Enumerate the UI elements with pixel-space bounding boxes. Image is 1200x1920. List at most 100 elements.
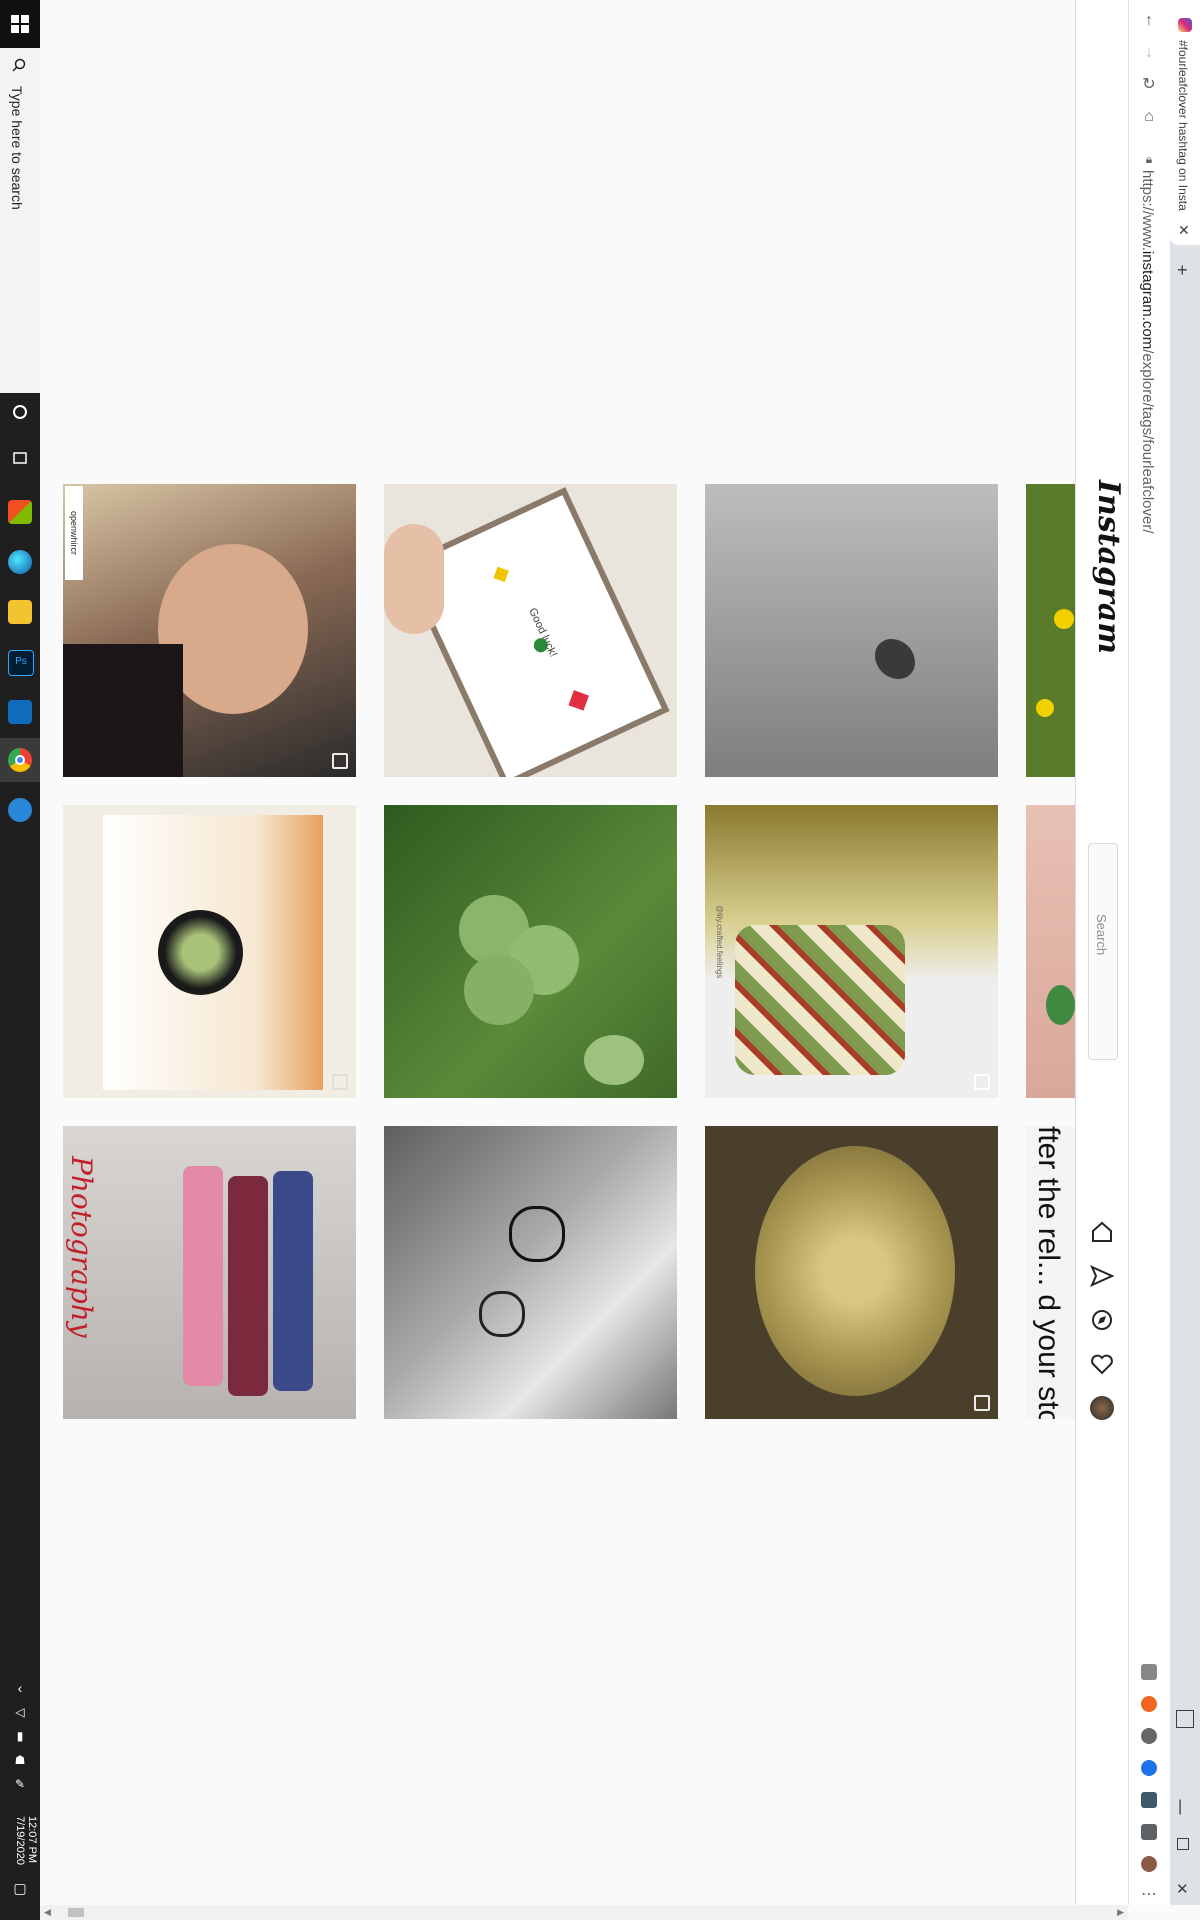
- taskbar-search-box[interactable]: Type here to search: [0, 48, 41, 393]
- tattoo-clover: [479, 1291, 525, 1337]
- multi-image-icon: [332, 1074, 348, 1090]
- address-bar[interactable]: https://www.instagram.com/explore/tags/f…: [1139, 170, 1156, 534]
- network-icon[interactable]: ☗: [0, 1748, 40, 1772]
- clover-shape: [1046, 985, 1075, 1025]
- restore-icon[interactable]: [1177, 1838, 1189, 1850]
- clock-time: 12:07 PM: [26, 1816, 38, 1864]
- home-icon[interactable]: [1090, 1220, 1114, 1244]
- post-text: fter the rel... d your stories a Pandora: [1032, 1126, 1065, 1419]
- clover-shape: [875, 639, 915, 679]
- person-shape: [228, 1176, 268, 1396]
- chrome-icon[interactable]: [8, 748, 32, 772]
- outlook-icon[interactable]: [8, 700, 32, 724]
- taskbar-search-placeholder: Type here to search: [9, 86, 25, 210]
- lock-icon: 🔒︎: [1145, 152, 1153, 166]
- close-tab-icon[interactable]: ✕: [1178, 222, 1190, 239]
- notifications-icon[interactable]: ▢: [0, 1876, 40, 1900]
- speaker-icon[interactable]: ◁: [0, 1700, 40, 1724]
- taskbar-clock[interactable]: 12:07 PM 7/19/2020: [4, 1800, 38, 1880]
- extension-g-icon[interactable]: [1141, 1664, 1157, 1680]
- pendant-shape: [158, 910, 243, 995]
- activity-heart-icon[interactable]: [1090, 1352, 1114, 1376]
- extension-image-icon[interactable]: [1141, 1792, 1157, 1808]
- post-tile-clover-tattoo[interactable]: [384, 1126, 677, 1419]
- post-tile-good-luck-card[interactable]: Good luck!: [384, 484, 677, 777]
- chrome-menu-icon[interactable]: ⋯: [1140, 1886, 1158, 1904]
- heart-drawing: [568, 690, 589, 711]
- photoshop-icon[interactable]: Ps: [8, 650, 34, 676]
- forward-arrow-icon[interactable]: ↓: [1140, 44, 1158, 62]
- edge-icon[interactable]: [8, 550, 32, 574]
- extension-orange-icon[interactable]: [1141, 1696, 1157, 1712]
- search-placeholder: Search: [1094, 914, 1109, 956]
- scroll-right-arrow-icon[interactable]: ▶: [1117, 1907, 1124, 1918]
- instagram-hashtag-page: openwhircr Good luck! @lily.crafted.feel…: [40, 0, 1075, 1905]
- multi-image-icon: [332, 753, 348, 769]
- post-tile-green-clover-grass[interactable]: [384, 805, 677, 1098]
- file-explorer-icon[interactable]: [8, 600, 32, 624]
- post-tile-glass-tea[interactable]: [705, 1126, 998, 1419]
- yellow-flower: [1036, 699, 1054, 717]
- username-tag[interactable]: openwhircr: [65, 486, 83, 580]
- clover-leaf: [464, 955, 534, 1025]
- scroll-left-arrow-icon[interactable]: ◀: [44, 1907, 51, 1918]
- chevron-up-icon[interactable]: ‹: [0, 1676, 40, 1700]
- search-icon: [12, 58, 26, 72]
- yellow-flower: [1054, 609, 1074, 629]
- instagram-logo[interactable]: Instagram: [1082, 480, 1126, 654]
- extension-circle-icon[interactable]: [1141, 1728, 1157, 1744]
- url-host: instagram.com: [1139, 250, 1156, 350]
- cortana-circle-icon[interactable]: [0, 404, 40, 428]
- home-browser-icon[interactable]: ⌂: [1140, 108, 1158, 126]
- horizontal-scrollbar[interactable]: ◀ ▶: [40, 1905, 1128, 1920]
- post-tile-clover-hand[interactable]: [1026, 805, 1075, 1098]
- instagram-favicon-icon: [1178, 18, 1192, 32]
- tab-title: #fourleafclover hashtag on Insta: [1176, 40, 1190, 211]
- tab-search-icon[interactable]: [1176, 1710, 1194, 1728]
- scrollbar-thumb[interactable]: [68, 1908, 84, 1917]
- watermark-text: Photography: [65, 1156, 98, 1338]
- microsoft-store-icon[interactable]: [8, 500, 32, 524]
- dark-top-shape: [63, 644, 183, 777]
- extension-blue-icon[interactable]: [1141, 1760, 1157, 1776]
- tattoo-clover: [509, 1206, 565, 1262]
- person-shape: [273, 1171, 313, 1391]
- post-tile-clover-candle[interactable]: @lily.crafted.feelings: [705, 805, 998, 1098]
- star-drawing: [493, 566, 509, 583]
- post-tile-clover-pendant[interactable]: [63, 805, 356, 1098]
- post-tile-clover-flowers[interactable]: [1026, 484, 1075, 777]
- clover-leaf: [584, 1035, 644, 1085]
- hand-shape: [384, 524, 444, 634]
- settings-icon[interactable]: [8, 798, 32, 822]
- new-tab-icon[interactable]: +: [1177, 260, 1188, 281]
- post-tile-stories-text[interactable]: fter the rel... d your stories a Pandora: [1026, 1126, 1075, 1419]
- profile-z-icon[interactable]: [1141, 1856, 1157, 1872]
- url-prefix: https://www.: [1139, 170, 1156, 251]
- instagram-search-input[interactable]: Search: [1088, 843, 1118, 1060]
- direct-icon[interactable]: [1090, 1264, 1114, 1288]
- start-button[interactable]: [0, 0, 40, 48]
- post-tile-selfie-woman[interactable]: openwhircr: [63, 484, 356, 777]
- card-shape: Good luck!: [400, 487, 670, 777]
- pen-icon[interactable]: ✎: [0, 1772, 40, 1796]
- candle-jar-shape: [735, 925, 905, 1075]
- chrome-tab-strip: #fourleafclover hashtag on Insta ✕ + | ✕: [1170, 0, 1200, 1905]
- battery-icon[interactable]: ▮: [0, 1724, 40, 1748]
- post-tile-three-boys[interactable]: Photography: [63, 1126, 356, 1419]
- task-view-icon[interactable]: [0, 450, 40, 474]
- tea-glass-shape: [755, 1146, 955, 1396]
- back-arrow-icon[interactable]: ↑: [1140, 12, 1158, 30]
- person-shape: [183, 1166, 223, 1386]
- post-tile-bw-clover-wood[interactable]: [705, 484, 998, 777]
- extensions-puzzle-icon[interactable]: [1141, 1824, 1157, 1840]
- minimize-icon[interactable]: |: [1178, 1798, 1182, 1816]
- close-window-icon[interactable]: ✕: [1176, 1880, 1189, 1898]
- browser-tab[interactable]: #fourleafclover hashtag on Insta ✕: [1170, 0, 1200, 245]
- chrome-toolbar: https://www.instagram.com/explore/tags/f…: [1128, 0, 1171, 1905]
- watermark-text: @lily.crafted.feelings: [715, 905, 724, 979]
- profile-avatar-icon[interactable]: [1090, 1396, 1114, 1420]
- reload-icon[interactable]: ↻: [1140, 76, 1158, 94]
- url-path: /explore/tags/fourleafclover/: [1139, 349, 1156, 534]
- multi-image-icon: [974, 1395, 990, 1411]
- explore-icon[interactable]: [1090, 1308, 1114, 1332]
